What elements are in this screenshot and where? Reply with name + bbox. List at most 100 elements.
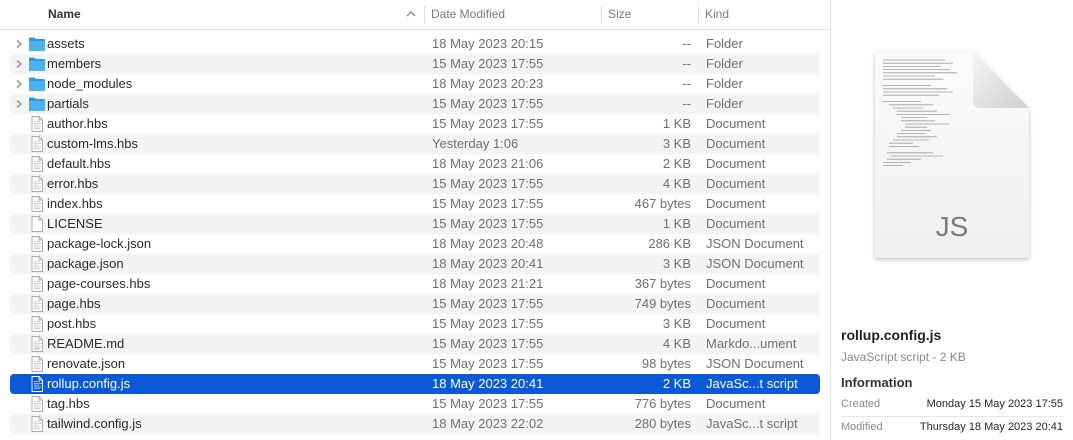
file-size: -- <box>682 36 691 51</box>
document-icon <box>31 196 43 212</box>
file-row[interactable]: renovate.json 15 May 2023 17:55 98 bytes JS… <box>10 354 820 374</box>
column-header-date-label: Date Modified <box>431 7 506 21</box>
file-row[interactable]: partials 15 May 2023 17:55 -- Folder <box>10 94 820 114</box>
file-size: 1 KB <box>662 116 691 131</box>
file-row[interactable]: default.hbs 18 May 2023 21:06 2 KB Document <box>10 154 820 174</box>
file-kind: JavaSc...t script <box>706 376 798 391</box>
file-row[interactable]: rollup.config.js 18 May 2023 20:41 2 KB Jav… <box>10 374 820 394</box>
folder-icon <box>29 77 45 91</box>
information-heading: Information <box>841 375 913 390</box>
file-row[interactable]: members 15 May 2023 17:55 -- Folder <box>10 54 820 74</box>
file-name: author.hbs <box>47 116 108 131</box>
file-date-modified: 15 May 2023 17:55 <box>432 56 544 71</box>
document-icon <box>31 236 43 252</box>
file-date-modified: 18 May 2023 20:41 <box>432 376 544 391</box>
file-row[interactable]: page.hbs 15 May 2023 17:55 749 bytes Docume… <box>10 294 820 314</box>
folder-icon <box>29 57 45 71</box>
file-kind: Markdo...ument <box>706 336 797 351</box>
column-header-date-modified[interactable]: Date Modified <box>425 0 601 29</box>
file-name: tailwind.config.js <box>47 416 142 431</box>
column-header-size[interactable]: Size <box>602 0 698 29</box>
file-name: LICENSE <box>47 216 103 231</box>
disclosure-chevron-icon[interactable] <box>14 59 24 69</box>
file-name: default.hbs <box>47 156 111 171</box>
file-row[interactable]: page-courses.hbs 18 May 2023 21:21 367 byt… <box>10 274 820 294</box>
file-kind: Document <box>706 276 766 291</box>
file-name: members <box>47 56 102 71</box>
blank-document-icon <box>31 216 43 232</box>
file-row[interactable]: tailwind.config.js 18 May 2023 22:02 280 b… <box>10 414 820 434</box>
file-size: 3 KB <box>662 316 691 331</box>
column-header-name-label: Name <box>48 7 81 21</box>
column-header-name[interactable]: Name <box>42 0 422 29</box>
document-icon <box>31 136 43 152</box>
preview-file-name: rollup.config.js <box>841 327 942 343</box>
file-size: 2 KB <box>662 156 691 171</box>
file-list-pane: Name Date Modified Size Kind assets 18 Ma… <box>0 0 830 440</box>
file-kind: Document <box>706 396 766 411</box>
file-type-label: JS <box>936 211 969 242</box>
document-icon <box>31 316 43 332</box>
file-date-modified: 18 May 2023 21:06 <box>432 156 544 171</box>
file-name: custom-lms.hbs <box>47 136 139 151</box>
info-divider <box>841 416 1063 417</box>
file-name: page-courses.hbs <box>47 276 151 291</box>
file-date-modified: 15 May 2023 17:55 <box>432 96 544 111</box>
file-row[interactable]: author.hbs 15 May 2023 17:55 1 KB Document <box>10 114 820 134</box>
column-header-size-label: Size <box>608 7 632 21</box>
column-header-kind[interactable]: Kind <box>699 0 829 29</box>
document-icon <box>31 116 43 132</box>
info-modified-row: Modified Thursday 18 May 2023 20:41 <box>841 421 1063 437</box>
document-icon <box>31 256 43 272</box>
document-icon <box>31 376 43 392</box>
file-kind: JSON Document <box>706 256 804 271</box>
file-date-modified: 15 May 2023 17:55 <box>432 336 544 351</box>
file-row[interactable]: M README.md 15 May 2023 17:55 4 KB Markdo...… <box>10 334 820 354</box>
document-icon <box>31 416 43 432</box>
document-icon <box>31 156 43 172</box>
file-row[interactable]: LICENSE 15 May 2023 17:55 1 KB Document <box>10 214 820 234</box>
file-name: assets <box>47 36 85 51</box>
file-size: -- <box>682 56 691 71</box>
file-kind: JSON Document <box>706 356 804 371</box>
file-row[interactable]: index.hbs 15 May 2023 17:55 467 bytes Docum… <box>10 194 820 214</box>
file-name: README.md <box>47 336 125 351</box>
file-size: 286 KB <box>648 236 691 251</box>
info-created-value: Monday 15 May 2023 17:55 <box>926 398 1063 410</box>
file-size: 467 bytes <box>634 196 691 211</box>
file-row[interactable]: node_modules 18 May 2023 20:23 -- Folder <box>10 74 820 94</box>
disclosure-chevron-icon[interactable] <box>14 79 24 89</box>
sort-ascending-icon[interactable] <box>404 7 418 21</box>
file-name: renovate.json <box>47 356 126 371</box>
file-row[interactable]: error.hbs 15 May 2023 17:55 4 KB Document <box>10 174 820 194</box>
file-name: page.hbs <box>47 296 101 311</box>
file-row[interactable]: tag.hbs 15 May 2023 17:55 776 bytes Documen… <box>10 394 820 414</box>
file-row[interactable]: package.json 18 May 2023 20:41 3 KB JSON Do… <box>10 254 820 274</box>
file-size: 749 bytes <box>634 296 691 311</box>
file-kind: Document <box>706 216 766 231</box>
file-kind: Document <box>706 116 766 131</box>
info-created-row: Created Monday 15 May 2023 17:55 <box>841 398 1063 414</box>
document-icon <box>31 296 43 312</box>
file-row[interactable]: package-lock.json 18 May 2023 20:48 286 KB… <box>10 234 820 254</box>
file-size: 776 bytes <box>634 396 691 411</box>
column-header: Name Date Modified Size Kind <box>0 0 830 30</box>
disclosure-chevron-icon[interactable] <box>14 39 24 49</box>
file-row[interactable]: assets 18 May 2023 20:15 -- Folder <box>10 34 820 54</box>
file-name: package-lock.json <box>47 236 152 251</box>
file-date-modified: 15 May 2023 17:55 <box>432 216 544 231</box>
file-kind: JavaSc...t script <box>706 416 798 431</box>
svg-text:M: M <box>35 346 38 351</box>
file-date-modified: 15 May 2023 17:55 <box>432 356 544 371</box>
preview-file-kind: JavaScript script - 2 KB <box>841 350 966 364</box>
info-modified-value: Thursday 18 May 2023 20:41 <box>919 421 1063 433</box>
file-row[interactable]: custom-lms.hbs Yesterday 1:06 3 KB Document <box>10 134 820 154</box>
file-kind: Document <box>706 136 766 151</box>
document-icon <box>31 396 43 412</box>
file-date-modified: 18 May 2023 20:23 <box>432 76 544 91</box>
markdown-document-icon: M <box>31 336 43 352</box>
file-row[interactable]: post.hbs 15 May 2023 17:55 3 KB Document <box>10 314 820 334</box>
file-size: 3 KB <box>662 256 691 271</box>
file-size: 3 KB <box>662 136 691 151</box>
disclosure-chevron-icon[interactable] <box>14 99 24 109</box>
